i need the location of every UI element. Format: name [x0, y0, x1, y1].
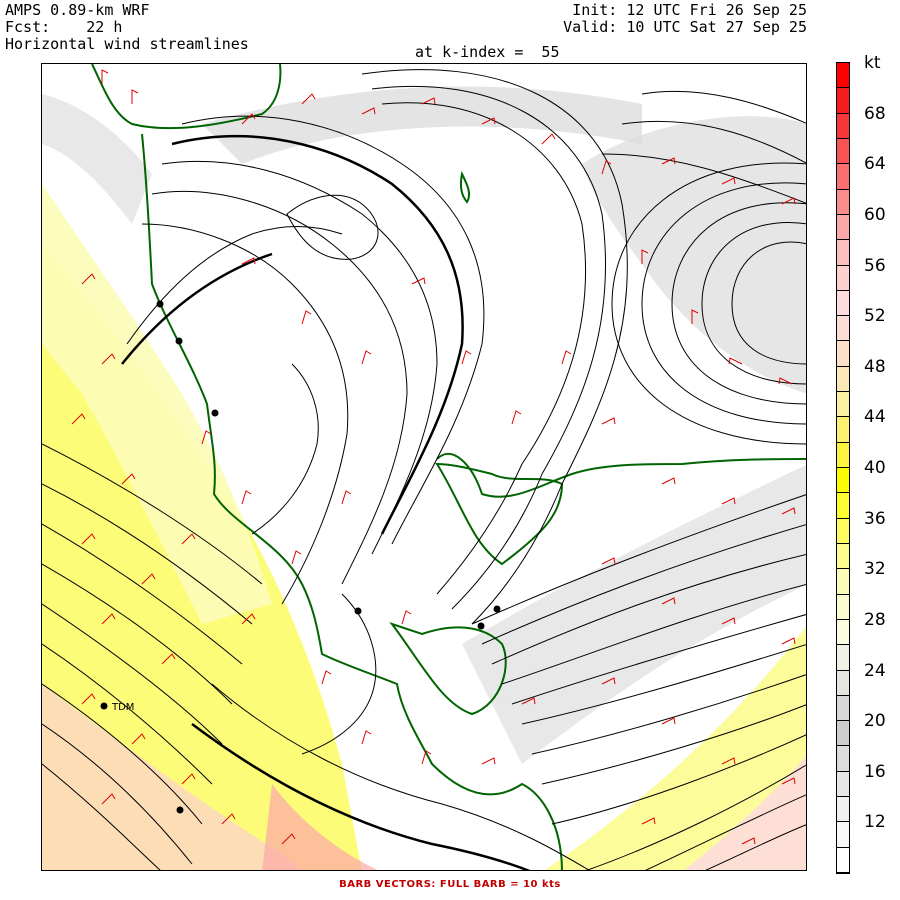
wind-map: TDM	[42, 64, 806, 870]
colorbar-bin	[837, 366, 849, 393]
station-dot	[354, 607, 362, 615]
station-dot-tdm	[100, 702, 108, 710]
coastline-island	[435, 462, 564, 566]
colorbar-tick-label: 52	[864, 306, 886, 327]
colorbar-tick-label: 60	[864, 204, 886, 225]
station-label-tdm: TDM	[111, 702, 134, 713]
colorbar-bin	[837, 265, 849, 291]
colorbar-bin	[837, 164, 849, 190]
field-title: Horizontal wind streamlines	[5, 35, 249, 53]
colorbar-bin	[837, 569, 849, 595]
colorbar-tick-label: 64	[864, 154, 886, 175]
colorbar-tick-label: 16	[864, 761, 886, 782]
colorbar-bin	[837, 518, 849, 544]
colorbar-bin	[837, 341, 849, 367]
colorbar-bin	[837, 290, 849, 317]
colorbar-bin	[837, 392, 849, 418]
colorbar-bin	[837, 746, 849, 772]
map-panel: TDM	[41, 63, 807, 871]
station-dot	[175, 337, 183, 345]
header-right: Init: 12 UTC Fri 26 Sep 25 Valid: 10 UTC…	[563, 2, 807, 36]
colorbar-tick-label: 36	[864, 508, 886, 529]
colorbar-bin	[837, 797, 849, 823]
shade-north-grey	[202, 86, 642, 164]
colorbar-bin	[837, 721, 849, 747]
colorbar-bin	[837, 594, 849, 620]
colorbar-bin	[837, 619, 849, 646]
header-left: AMPS 0.89-km WRF Fcst: 22 h Horizontal w…	[5, 2, 249, 53]
colorbar-tick-label: 24	[864, 660, 886, 681]
colorbar-tick-label: 56	[864, 255, 886, 276]
station-dot	[477, 622, 485, 630]
colorbar-bin	[837, 240, 849, 266]
colorbar-tick-label: 40	[864, 458, 886, 478]
colorbar-tick-label: 44	[864, 407, 886, 428]
station-dot	[176, 806, 184, 814]
colorbar-bin	[837, 468, 849, 494]
colorbar-bin	[837, 88, 849, 114]
colorbar-bin	[837, 695, 849, 722]
colorbar-bin	[837, 63, 849, 89]
model-title: AMPS 0.89-km WRF	[5, 1, 150, 19]
colorbar-bin	[837, 189, 849, 215]
colorbar-tick-label: 28	[864, 609, 886, 630]
colorbar-bin	[837, 417, 849, 443]
shade-east-grey	[582, 116, 806, 394]
colorbar-tick-label: 48	[864, 356, 886, 377]
colorbar-bin	[837, 822, 849, 848]
colorbar-bin	[837, 442, 849, 468]
forecast-hour: Fcst: 22 h	[5, 18, 123, 36]
colorbar-bin	[837, 113, 849, 139]
colorbar	[836, 62, 850, 874]
colorbar-bin	[837, 316, 849, 342]
level-label: at k-index = 55	[415, 43, 560, 61]
colorbar-tick-label: 20	[864, 711, 886, 732]
colorbar-bin	[837, 771, 849, 798]
colorbar-bin	[837, 138, 849, 165]
colorbar-bin	[837, 214, 849, 241]
station-dot	[211, 409, 219, 417]
barb-legend: BARB VECTORS: FULL BARB = 10 kts	[339, 879, 561, 890]
colorbar-bin	[837, 847, 849, 873]
colorbar-tick-label: 12	[864, 812, 886, 833]
shade-northwest-grey	[42, 94, 152, 224]
colorbar-bin	[837, 670, 849, 696]
colorbar-bin	[837, 543, 849, 570]
colorbar-unit: kt	[864, 53, 881, 73]
colorbar-tick-label: 32	[864, 559, 886, 580]
init-time: Init: 12 UTC Fri 26 Sep 25	[572, 1, 807, 19]
station-dot	[156, 300, 164, 308]
colorbar-tick-label: 68	[864, 103, 886, 124]
wind-speed-shading	[42, 86, 806, 870]
colorbar-bin	[837, 645, 849, 671]
station-dot	[493, 605, 501, 613]
colorbar-bin	[837, 493, 849, 519]
coastline-peninsula	[459, 170, 471, 204]
valid-time: Valid: 10 UTC Sat 27 Sep 25	[563, 18, 807, 36]
